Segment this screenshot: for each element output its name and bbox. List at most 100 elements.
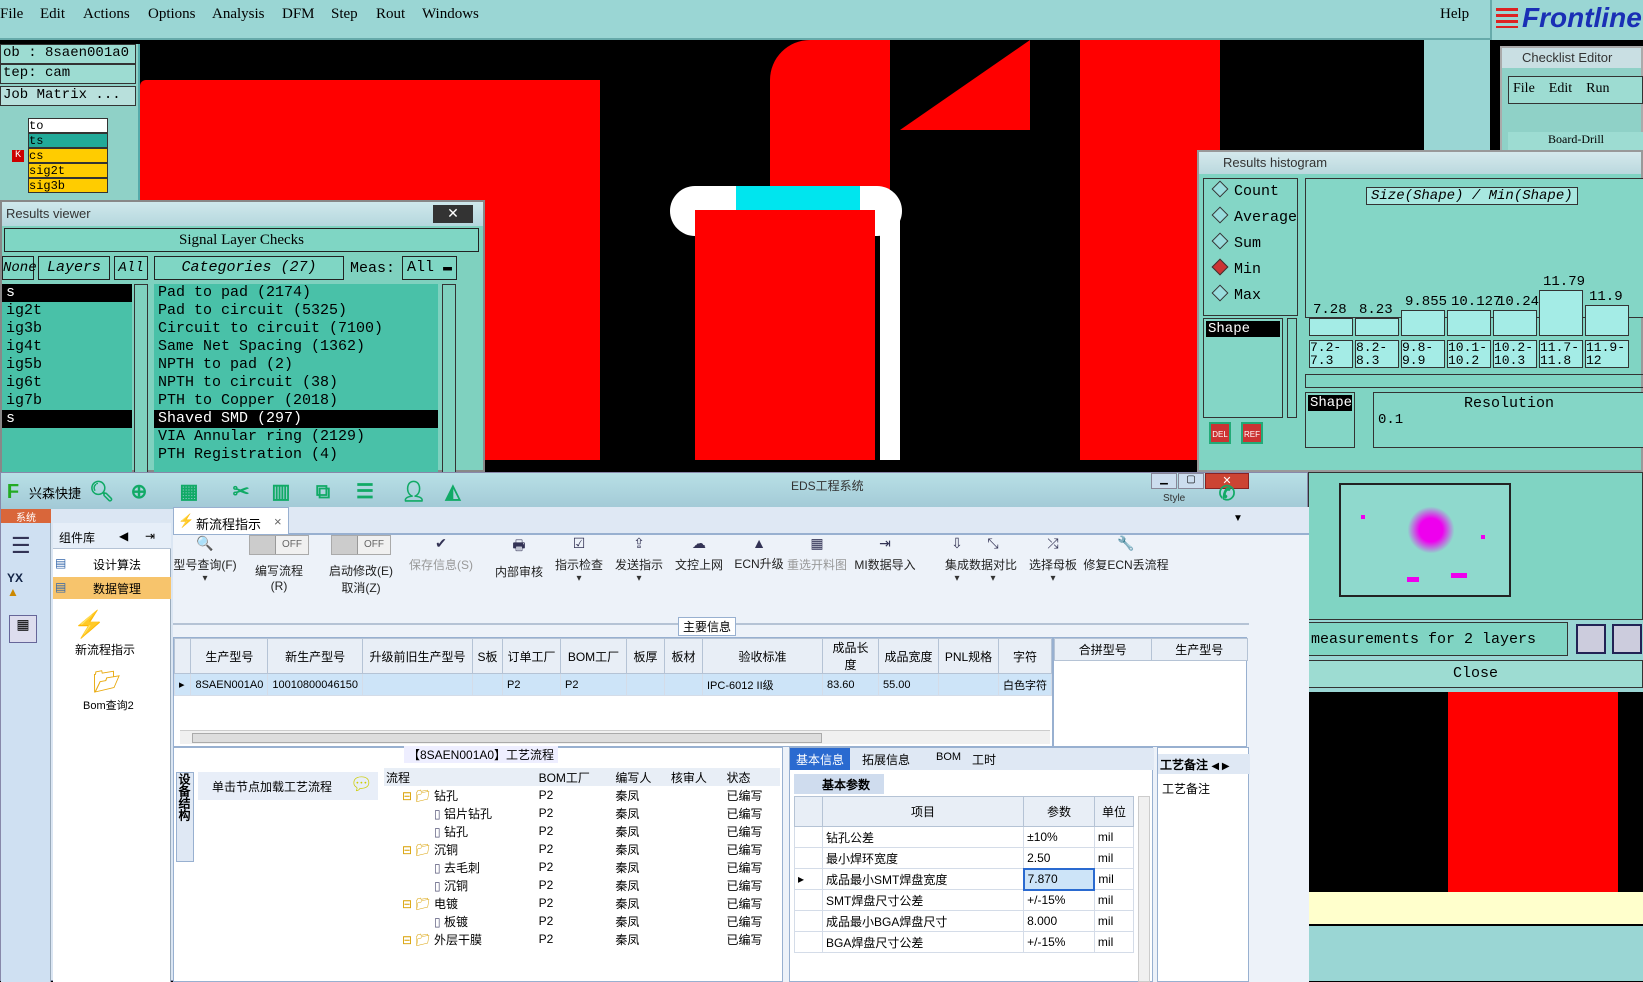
- layer-row[interactable]: to: [28, 118, 108, 133]
- menu-help[interactable]: Help: [1440, 6, 1469, 23]
- layer-row[interactable]: sig2t: [28, 163, 108, 178]
- column-header[interactable]: BOM工厂: [560, 638, 627, 674]
- nav-item-data[interactable]: ▤ 数据管理: [53, 577, 171, 599]
- column-header[interactable]: 编写人: [613, 768, 669, 786]
- layer-list-item[interactable]: s: [2, 410, 132, 428]
- radio-min[interactable]: Min: [1211, 258, 1261, 278]
- param-value-field[interactable]: +/-15%: [1023, 889, 1095, 911]
- column-header[interactable]: 生产型号: [190, 638, 269, 674]
- table-cell[interactable]: [362, 673, 473, 696]
- ribbon-button[interactable]: ⇪ 发送指示 ▾: [607, 535, 671, 584]
- shape-list[interactable]: Shape: [1305, 392, 1355, 448]
- bom-query-link[interactable]: Bom查询2: [83, 697, 134, 713]
- chart-icon[interactable]: ◭: [441, 481, 465, 503]
- menu-options[interactable]: Options: [148, 6, 196, 23]
- layers-button[interactable]: Layers: [38, 256, 110, 280]
- shape-item[interactable]: Shape: [1308, 395, 1352, 411]
- param-value-field[interactable]: +/-15%: [1023, 931, 1095, 953]
- tab-extended-info[interactable]: 拓展信息: [862, 751, 910, 768]
- param-row[interactable]: 成品最小BGA焊盘尺寸 8.000 mil: [794, 910, 1134, 932]
- close-button[interactable]: ✕: [433, 205, 473, 223]
- param-row[interactable]: BGA焊盘尺寸公差 +/-15% mil: [794, 931, 1134, 953]
- new-flow-link[interactable]: 新流程指示: [75, 641, 135, 658]
- column-header[interactable]: 新生产型号: [267, 638, 363, 674]
- pin-icon[interactable]: ⇥: [145, 529, 155, 543]
- ribbon-button[interactable]: ▲ ECN升级: [727, 535, 791, 572]
- category-list-item[interactable]: NPTH to pad (2): [154, 356, 438, 374]
- column-header[interactable]: BOM工厂: [537, 768, 614, 786]
- radio-sum[interactable]: Sum: [1211, 232, 1261, 252]
- tree-row[interactable]: ⊟ 📁︎ 电镀 P2 秦凤 已编写: [384, 894, 780, 912]
- tree-row[interactable]: ▯ 铝片钻孔 P2 秦凤 已编写: [384, 804, 780, 822]
- checklist-file-menu[interactable]: File: [1513, 81, 1535, 96]
- column-header[interactable]: 验收标准: [702, 638, 823, 674]
- bin-range[interactable]: 9.8-9.9: [1401, 340, 1445, 368]
- graph-icon[interactable]: [1612, 624, 1642, 654]
- param-row[interactable]: 钻孔公差 ±10% mil: [794, 826, 1134, 848]
- layer-list-item[interactable]: ig3b: [2, 320, 132, 338]
- histogram-bar[interactable]: [1539, 290, 1583, 336]
- category-list-item[interactable]: PTH to Copper (2018): [154, 392, 438, 410]
- histogram-bar[interactable]: [1447, 310, 1491, 336]
- menu-analysis[interactable]: Analysis: [212, 6, 265, 23]
- all-button[interactable]: All: [114, 256, 148, 280]
- bin-range[interactable]: 7.2-7.3: [1309, 340, 1353, 368]
- table-cell[interactable]: 10010800046150: [267, 673, 363, 696]
- param-value-field[interactable]: 7.870: [1022, 867, 1096, 891]
- column-header[interactable]: 板厚: [626, 638, 665, 674]
- dropdown-icon[interactable]: ▾: [1021, 573, 1085, 584]
- param-row[interactable]: SMT焊盘尺寸公差 +/-15% mil: [794, 889, 1134, 911]
- ribbon-button[interactable]: ⇥ MI数据导入: [853, 535, 917, 573]
- system-tab[interactable]: 系统: [1, 509, 51, 524]
- column-header[interactable]: 参数: [1023, 796, 1095, 827]
- tab-new-flow[interactable]: ⚡ 新流程指示 ×: [173, 507, 289, 535]
- close-histogram-button[interactable]: Close: [1308, 660, 1643, 688]
- tree-row[interactable]: ▯ 去毛刺 P2 秦凤 已编写: [384, 858, 780, 876]
- minimize-button[interactable]: ▁: [1151, 473, 1177, 489]
- tree-row[interactable]: ▯ 沉铜 P2 秦凤 已编写: [384, 876, 780, 894]
- layer-list[interactable]: s ig2t ig3b ig4t ig5b ig6t ig7b s: [2, 284, 132, 474]
- column-header[interactable]: PNL规格: [938, 638, 999, 674]
- grid-hscrollbar[interactable]: [180, 730, 1050, 744]
- category-list-item[interactable]: Shaved SMD (297): [154, 410, 438, 428]
- style-menu[interactable]: Style: [1163, 493, 1185, 504]
- table-cell[interactable]: 83.60: [822, 673, 879, 696]
- ribbon-button[interactable]: 🖶 内部审核: [487, 535, 551, 580]
- job-matrix-button[interactable]: Job Matrix ...: [0, 86, 136, 106]
- column-header[interactable]: 项目: [821, 796, 1025, 827]
- radio-count[interactable]: Count: [1211, 180, 1279, 200]
- categories-button[interactable]: Categories (27): [154, 256, 344, 280]
- histogram-scrollbar[interactable]: [1305, 374, 1643, 388]
- table-cell[interactable]: IPC-6012 II级: [702, 673, 823, 696]
- graph-icon[interactable]: [1576, 624, 1606, 654]
- layer-list-item[interactable]: ig5b: [2, 356, 132, 374]
- board-map[interactable]: [1339, 483, 1511, 597]
- nav-item-design[interactable]: ▤ 设计算法: [53, 553, 171, 575]
- dropdown-icon[interactable]: ▾: [961, 573, 1025, 584]
- column-header[interactable]: 订单工厂: [502, 638, 561, 674]
- param-value-field[interactable]: 2.50: [1023, 847, 1095, 869]
- column-header[interactable]: 成品长度: [822, 638, 879, 674]
- ribbon-button[interactable]: OFF 启动修改(E) 取消(Z): [329, 535, 393, 596]
- lightning-icon[interactable]: ⚡: [73, 609, 105, 640]
- tab-close-icon[interactable]: ×: [274, 514, 282, 529]
- meas-select[interactable]: All ▬: [402, 256, 457, 280]
- layer-list-scrollbar[interactable]: [134, 284, 148, 474]
- layer-row[interactable]: sig3b: [28, 178, 108, 193]
- table-cell[interactable]: [664, 673, 703, 696]
- table-cell[interactable]: [472, 673, 503, 696]
- ribbon-button[interactable]: OFF 编写流程(R): [247, 535, 311, 593]
- column-header[interactable]: 状态: [724, 768, 780, 786]
- measure-list[interactable]: Shape: [1203, 318, 1283, 418]
- column-header[interactable]: 流程: [384, 768, 537, 786]
- chevron-icon[interactable]: ◀ ▶: [1211, 761, 1229, 772]
- ribbon-button[interactable]: ✔ 保存信息(S): [409, 535, 473, 573]
- checklist-run-menu[interactable]: Run: [1586, 81, 1609, 96]
- layer-list-item[interactable]: ig2t: [2, 302, 132, 320]
- list-icon[interactable]: ☰: [353, 481, 377, 503]
- column-header[interactable]: 板材: [664, 638, 703, 674]
- tree-row[interactable]: ⊟ 📁︎ 钻孔 P2 秦凤 已编写: [384, 786, 780, 804]
- param-row[interactable]: ▸ 成品最小SMT焊盘宽度 7.870 mil: [794, 867, 1134, 891]
- scroll-thumb[interactable]: [192, 733, 822, 743]
- category-list-item[interactable]: Pad to pad (2174): [154, 284, 438, 302]
